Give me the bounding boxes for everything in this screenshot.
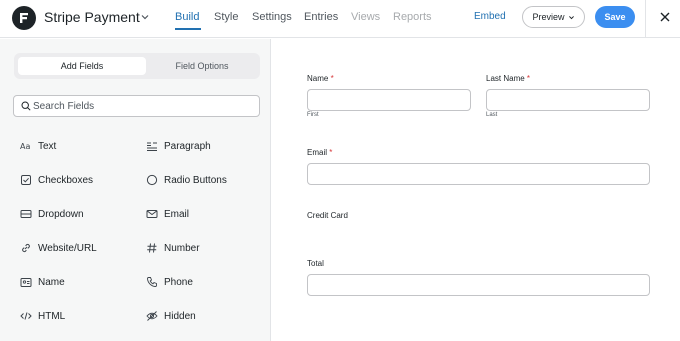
field-label: Radio Buttons (164, 174, 227, 186)
active-tab-indicator (175, 28, 201, 30)
tab-build[interactable]: Build (175, 11, 199, 23)
total-input[interactable] (307, 274, 650, 296)
chevron-down-icon[interactable] (140, 12, 150, 22)
preview-label: Preview (532, 12, 565, 22)
top-bar: Stripe Payment Build Style Settings Entr… (0, 0, 680, 38)
form-canvas: Name * First Last Name * Last Email * Cr… (272, 39, 680, 341)
last-sublabel: Last (486, 112, 498, 118)
last-name-field-label: Last Name * (486, 74, 530, 83)
field-label: Email (164, 208, 190, 220)
field-checkboxes[interactable]: Checkboxes (20, 171, 140, 189)
field-label: Paragraph (164, 140, 211, 152)
required-mark: * (526, 74, 531, 83)
first-sublabel: First (307, 112, 319, 118)
field-label: Text (38, 140, 57, 152)
last-name-label-text: Last Name (486, 74, 525, 83)
name-label-text: Name (307, 74, 329, 83)
field-label: Hidden (164, 310, 196, 322)
field-number[interactable]: Number (146, 239, 266, 257)
first-name-input[interactable] (307, 89, 471, 111)
email-icon (146, 208, 158, 220)
embed-link[interactable]: Embed (474, 11, 506, 22)
required-mark: * (330, 74, 334, 83)
search-box (13, 95, 260, 117)
field-html[interactable]: HTML (20, 307, 140, 325)
tab-style[interactable]: Style (214, 11, 238, 23)
fields-sidebar: Add Fields Field Options Aa Text Paragra… (0, 39, 271, 341)
email-label-text: Email (307, 148, 328, 157)
eye-off-icon (146, 310, 158, 322)
field-name[interactable]: Name (20, 273, 140, 291)
field-website-url[interactable]: Website/URL (20, 239, 140, 257)
save-button[interactable]: Save (595, 6, 635, 28)
field-paragraph[interactable]: Paragraph (146, 137, 266, 155)
chevron-down-icon (568, 15, 574, 19)
close-icon[interactable] (658, 10, 672, 24)
code-icon (20, 310, 32, 322)
field-label: Phone (164, 276, 193, 288)
field-email[interactable]: Email (146, 205, 266, 223)
preview-button[interactable]: Preview (522, 6, 585, 28)
field-phone[interactable]: Phone (146, 273, 266, 291)
name-card-icon (20, 276, 32, 288)
tab-entries[interactable]: Entries (304, 11, 338, 23)
search-fields-input[interactable] (33, 98, 253, 114)
search-icon (21, 101, 31, 111)
link-icon (20, 242, 32, 254)
field-label: HTML (38, 310, 66, 322)
dropdown-icon (20, 208, 32, 220)
email-input[interactable] (307, 163, 650, 185)
field-label: Checkboxes (38, 174, 94, 186)
field-label: Website/URL (38, 242, 97, 254)
field-dropdown[interactable]: Dropdown (20, 205, 140, 223)
name-field-label: Name * (307, 74, 334, 83)
checkbox-icon (20, 174, 32, 186)
credit-card-field-label[interactable]: Credit Card (307, 211, 348, 220)
svg-text:Aa: Aa (20, 142, 30, 151)
tab-add-fields[interactable]: Add Fields (18, 57, 146, 75)
hash-icon (146, 242, 158, 254)
last-name-input[interactable] (486, 89, 650, 111)
required-mark: * (329, 148, 333, 157)
field-label: Name (38, 276, 65, 288)
phone-icon (146, 276, 158, 288)
field-label: Number (164, 242, 200, 254)
tab-reports[interactable]: Reports (393, 11, 432, 23)
total-field-label: Total (307, 259, 324, 268)
tab-views[interactable]: Views (351, 11, 380, 23)
email-field-label: Email * (307, 148, 332, 157)
field-text[interactable]: Aa Text (20, 137, 140, 155)
field-radio-buttons[interactable]: Radio Buttons (146, 171, 266, 189)
tab-field-options[interactable]: Field Options (148, 57, 256, 75)
divider (645, 0, 646, 38)
radio-icon (146, 174, 158, 186)
sidebar-tabs: Add Fields Field Options (14, 53, 260, 79)
text-icon: Aa (20, 140, 32, 152)
formidable-logo-icon[interactable] (12, 6, 36, 30)
form-title[interactable]: Stripe Payment (44, 9, 140, 25)
field-hidden[interactable]: Hidden (146, 307, 266, 325)
paragraph-icon (146, 140, 158, 152)
tab-settings[interactable]: Settings (252, 11, 292, 23)
field-label: Dropdown (38, 208, 84, 220)
